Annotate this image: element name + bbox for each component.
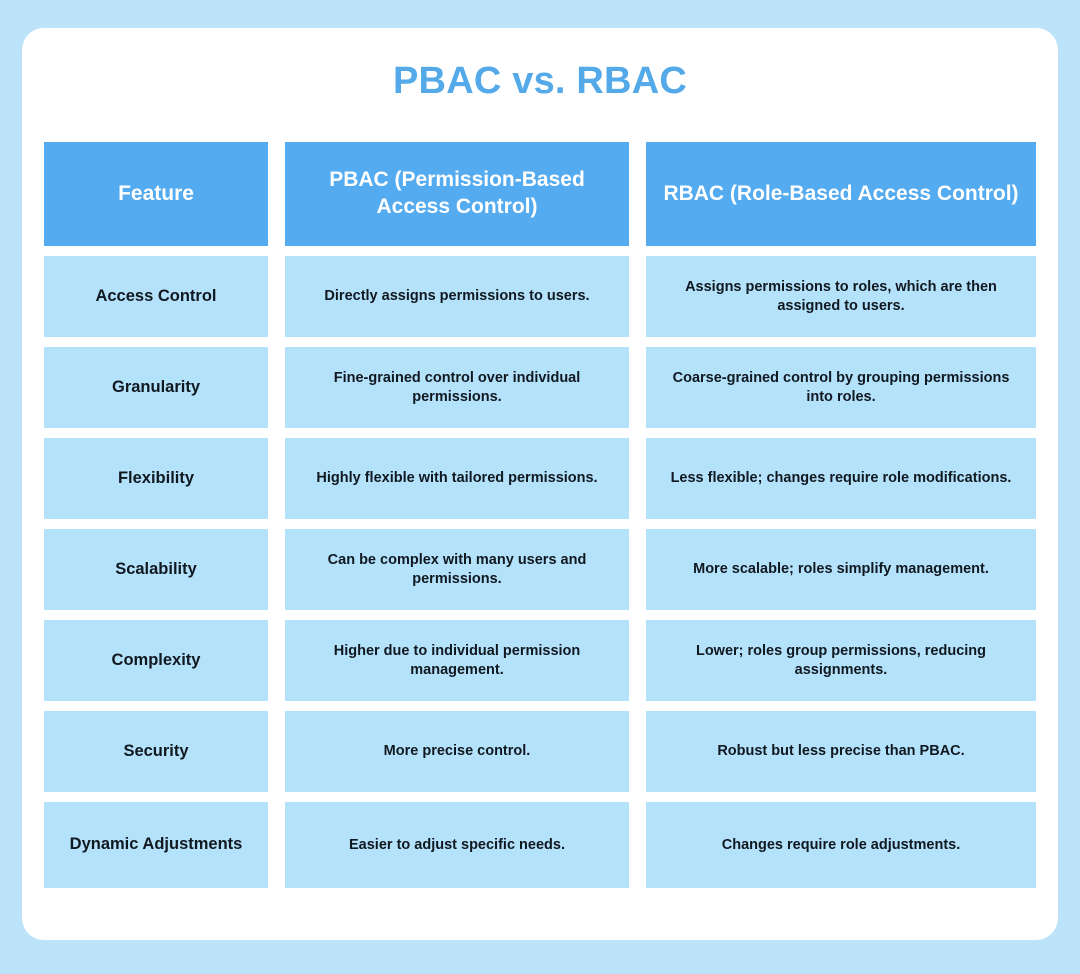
table-row: Dynamic Adjustments Easier to adjust spe…	[44, 802, 1036, 888]
column-header-feature: Feature	[44, 142, 268, 246]
row-pbac-value: More precise control.	[285, 711, 629, 792]
content-card: PBAC vs. RBAC Feature PBAC (Permission-B…	[22, 28, 1058, 940]
row-rbac-value: Coarse-grained control by grouping permi…	[646, 347, 1036, 428]
row-feature-label: Flexibility	[44, 438, 268, 519]
table-row: Flexibility Highly flexible with tailore…	[44, 438, 1036, 519]
row-feature-label: Dynamic Adjustments	[44, 802, 268, 888]
row-feature-label: Granularity	[44, 347, 268, 428]
row-pbac-value: Easier to adjust specific needs.	[285, 802, 629, 888]
table-row: Access Control Directly assigns permissi…	[44, 256, 1036, 337]
row-rbac-value: Lower; roles group permissions, reducing…	[646, 620, 1036, 701]
table-row: Scalability Can be complex with many use…	[44, 529, 1036, 610]
row-rbac-value: Changes require role adjustments.	[646, 802, 1036, 888]
row-rbac-value: Less flexible; changes require role modi…	[646, 438, 1036, 519]
page-title: PBAC vs. RBAC	[393, 60, 687, 102]
table-row: Security More precise control. Robust bu…	[44, 711, 1036, 792]
column-header-rbac: RBAC (Role-Based Access Control)	[646, 142, 1036, 246]
column-header-pbac: PBAC (Permission-Based Access Control)	[285, 142, 629, 246]
row-feature-label: Security	[44, 711, 268, 792]
row-pbac-value: Highly flexible with tailored permission…	[285, 438, 629, 519]
row-rbac-value: Robust but less precise than PBAC.	[646, 711, 1036, 792]
table-header-row: Feature PBAC (Permission-Based Access Co…	[44, 142, 1036, 246]
row-feature-label: Scalability	[44, 529, 268, 610]
table-row: Complexity Higher due to individual perm…	[44, 620, 1036, 701]
row-feature-label: Access Control	[44, 256, 268, 337]
comparison-table: Feature PBAC (Permission-Based Access Co…	[44, 142, 1036, 898]
row-rbac-value: More scalable; roles simplify management…	[646, 529, 1036, 610]
row-pbac-value: Directly assigns permissions to users.	[285, 256, 629, 337]
row-rbac-value: Assigns permissions to roles, which are …	[646, 256, 1036, 337]
row-feature-label: Complexity	[44, 620, 268, 701]
row-pbac-value: Can be complex with many users and permi…	[285, 529, 629, 610]
table-row: Granularity Fine-grained control over in…	[44, 347, 1036, 428]
row-pbac-value: Higher due to individual permission mana…	[285, 620, 629, 701]
row-pbac-value: Fine-grained control over individual per…	[285, 347, 629, 428]
